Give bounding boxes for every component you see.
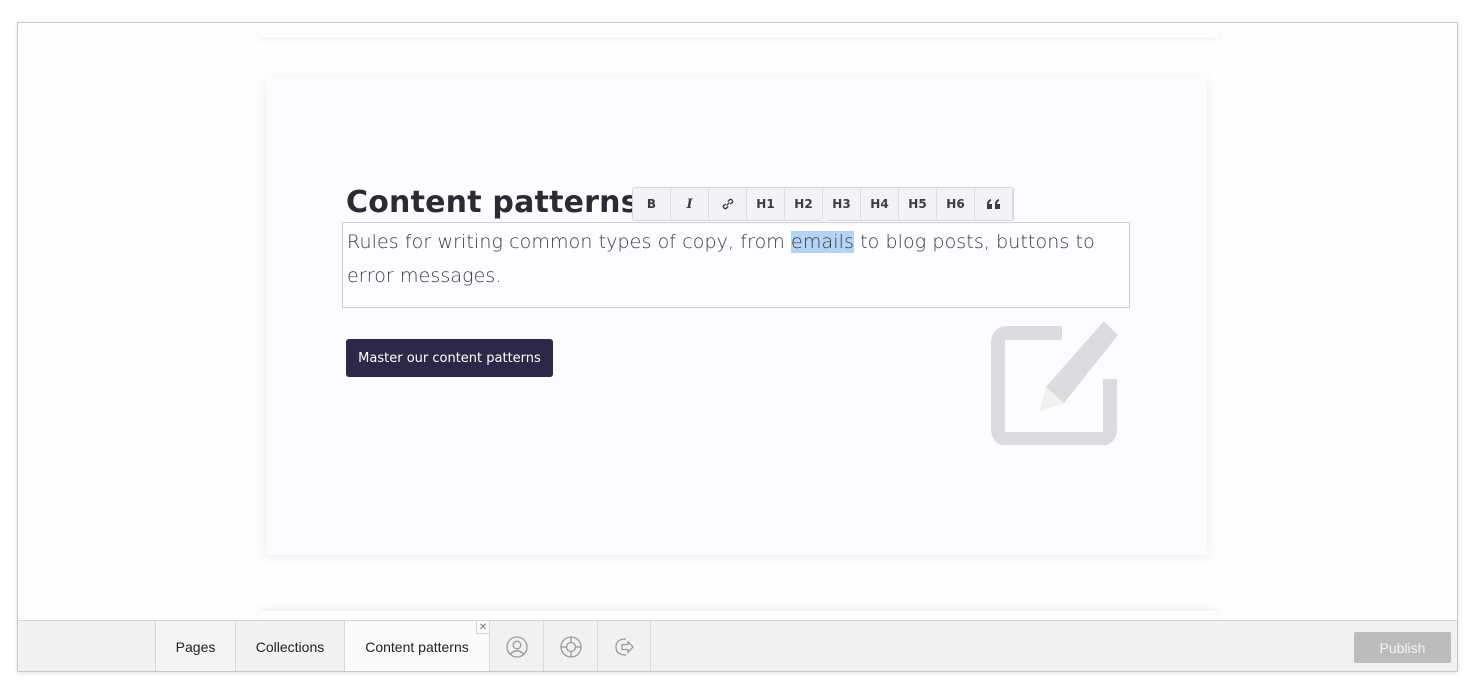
bottom-bar: Pages Collections Content patterns ✕ Pub… — [18, 620, 1457, 671]
selected-text: emails — [791, 231, 854, 253]
publish-button[interactable]: Publish — [1354, 632, 1451, 663]
h2-button[interactable]: H2 — [785, 188, 823, 220]
tab-pages[interactable]: Pages — [155, 621, 235, 671]
h4-button[interactable]: H4 — [861, 188, 899, 220]
h1-button[interactable]: H1 — [747, 188, 785, 220]
italic-icon: I — [686, 196, 693, 212]
tab-collections[interactable]: Collections — [235, 621, 344, 671]
h6-button[interactable]: H6 — [937, 188, 975, 220]
user-icon — [505, 635, 528, 658]
quote-button[interactable] — [975, 188, 1013, 220]
edit-icon — [991, 321, 1118, 445]
logout-button[interactable] — [597, 621, 651, 671]
previous-block-edge — [258, 23, 1218, 37]
description-editor[interactable]: Rules for writing common types of copy, … — [342, 222, 1130, 308]
tab-content-patterns-label: Content patterns — [365, 638, 469, 655]
page-title[interactable]: Content patterns — [346, 185, 639, 220]
link-icon — [722, 198, 733, 210]
tab-collections-label: Collections — [255, 638, 325, 655]
italic-button[interactable]: I — [671, 188, 709, 220]
description-text-start: Rules for writing common types of copy, … — [347, 231, 792, 253]
help-icon — [559, 635, 582, 658]
account-button[interactable] — [489, 621, 543, 671]
bold-icon: B — [646, 197, 657, 211]
quote-icon — [986, 199, 1000, 209]
content-block[interactable]: Content patterns B I H1 H2 H3 H4 H5 H6 R… — [266, 77, 1207, 555]
logout-icon — [615, 637, 634, 656]
tab-pages-label: Pages — [175, 638, 216, 655]
h3-button[interactable]: H3 — [823, 188, 861, 220]
master-content-patterns-button[interactable]: Master our content patterns — [346, 339, 553, 377]
format-toolbar: B I H1 H2 H3 H4 H5 H6 — [632, 187, 1014, 232]
link-button[interactable] — [709, 188, 747, 220]
close-tab-icon[interactable]: ✕ — [476, 621, 489, 634]
help-button[interactable] — [543, 621, 597, 671]
bold-button[interactable]: B — [633, 188, 671, 220]
tab-content-patterns[interactable]: Content patterns ✕ — [344, 621, 489, 671]
app-window: Content patterns B I H1 H2 H3 H4 H5 H6 R… — [17, 22, 1458, 672]
h5-button[interactable]: H5 — [899, 188, 937, 220]
